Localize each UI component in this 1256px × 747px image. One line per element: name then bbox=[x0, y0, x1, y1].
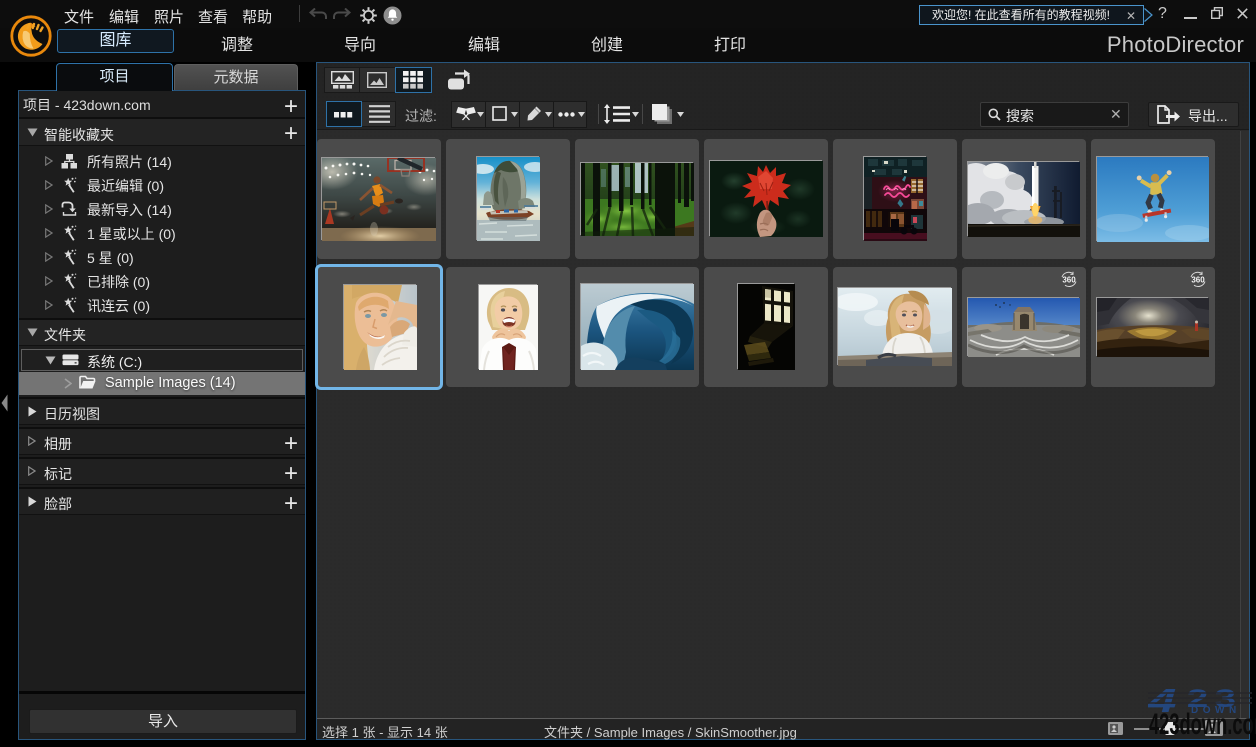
svg-text:360: 360 bbox=[1062, 276, 1076, 285]
svg-text:423down.com: 423down.com bbox=[1149, 709, 1256, 742]
svg-text:360: 360 bbox=[1191, 276, 1205, 285]
